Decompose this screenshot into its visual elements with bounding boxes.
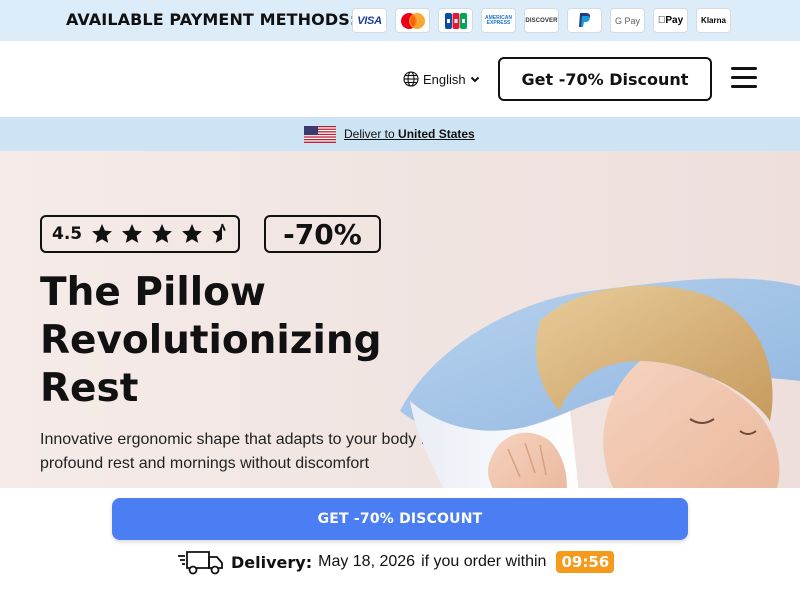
language-selector[interactable]: English: [403, 71, 480, 87]
visa-icon: VISA: [352, 8, 387, 33]
mastercard-icon: [395, 8, 430, 33]
star-icon: [182, 224, 203, 243]
delivery-truck-icon: [178, 551, 223, 575]
hero-subtitle: Innovative ergonomic shape that adapts t…: [40, 431, 440, 472]
payment-cards: VISA AMERICANEXPRESS DISCOVER G Pay Pay…: [352, 8, 731, 33]
site-header: English Get -70% Discount: [0, 41, 800, 117]
google-pay-icon: G Pay: [610, 8, 645, 33]
star-icon: [122, 224, 143, 243]
delivery-condition: if you order within: [421, 553, 547, 570]
star-icon: [152, 224, 173, 243]
sticky-order-bar: GET -70% DISCOUNT Delivery: May 18, 2026…: [0, 488, 800, 600]
delivery-label: Delivery:: [231, 552, 313, 572]
delivery-info: Delivery: May 18, 2026 if you order with…: [177, 548, 615, 576]
apple-pay-icon: Pay: [653, 8, 688, 33]
amex-icon: AMERICAN EXPRESS: [481, 8, 516, 33]
klarna-icon: Klarna: [696, 8, 731, 33]
delivery-date: May 18, 2026: [318, 553, 416, 570]
payment-methods-title: AVAILABLE PAYMENT METHODS:: [66, 10, 357, 29]
discover-icon: DISCOVER: [524, 8, 559, 33]
globe-icon: [403, 71, 419, 87]
paypal-icon: [567, 8, 602, 33]
hero-title: The Pillow Revolutionizing Rest: [40, 270, 382, 411]
jcb-icon: [438, 8, 473, 33]
payment-methods-bar: AVAILABLE PAYMENT METHODS: VISA AMERICAN…: [0, 0, 800, 41]
rating-value: 4.5: [52, 224, 83, 244]
half-star-icon: [212, 223, 226, 243]
hero-section: 4.5 -70% The Pillow Revolutionizing Rest…: [0, 151, 800, 488]
star-icon: [92, 224, 113, 243]
language-label: English: [423, 71, 466, 87]
countdown-timer: 09:56: [556, 551, 615, 573]
chevron-down-icon: [470, 76, 479, 83]
get-discount-button[interactable]: Get -70% Discount: [498, 57, 712, 101]
us-flag-icon: [304, 126, 336, 143]
deliver-to-bar: Deliver to United States: [0, 117, 800, 151]
menu-icon[interactable]: [731, 67, 757, 89]
deliver-to-link[interactable]: Deliver to United States: [344, 127, 475, 141]
get-discount-main-button[interactable]: GET -70% DISCOUNT: [112, 498, 688, 540]
rating-badge: 4.5: [40, 215, 240, 253]
discount-badge: -70%: [264, 215, 381, 253]
product-photo: [400, 278, 800, 488]
